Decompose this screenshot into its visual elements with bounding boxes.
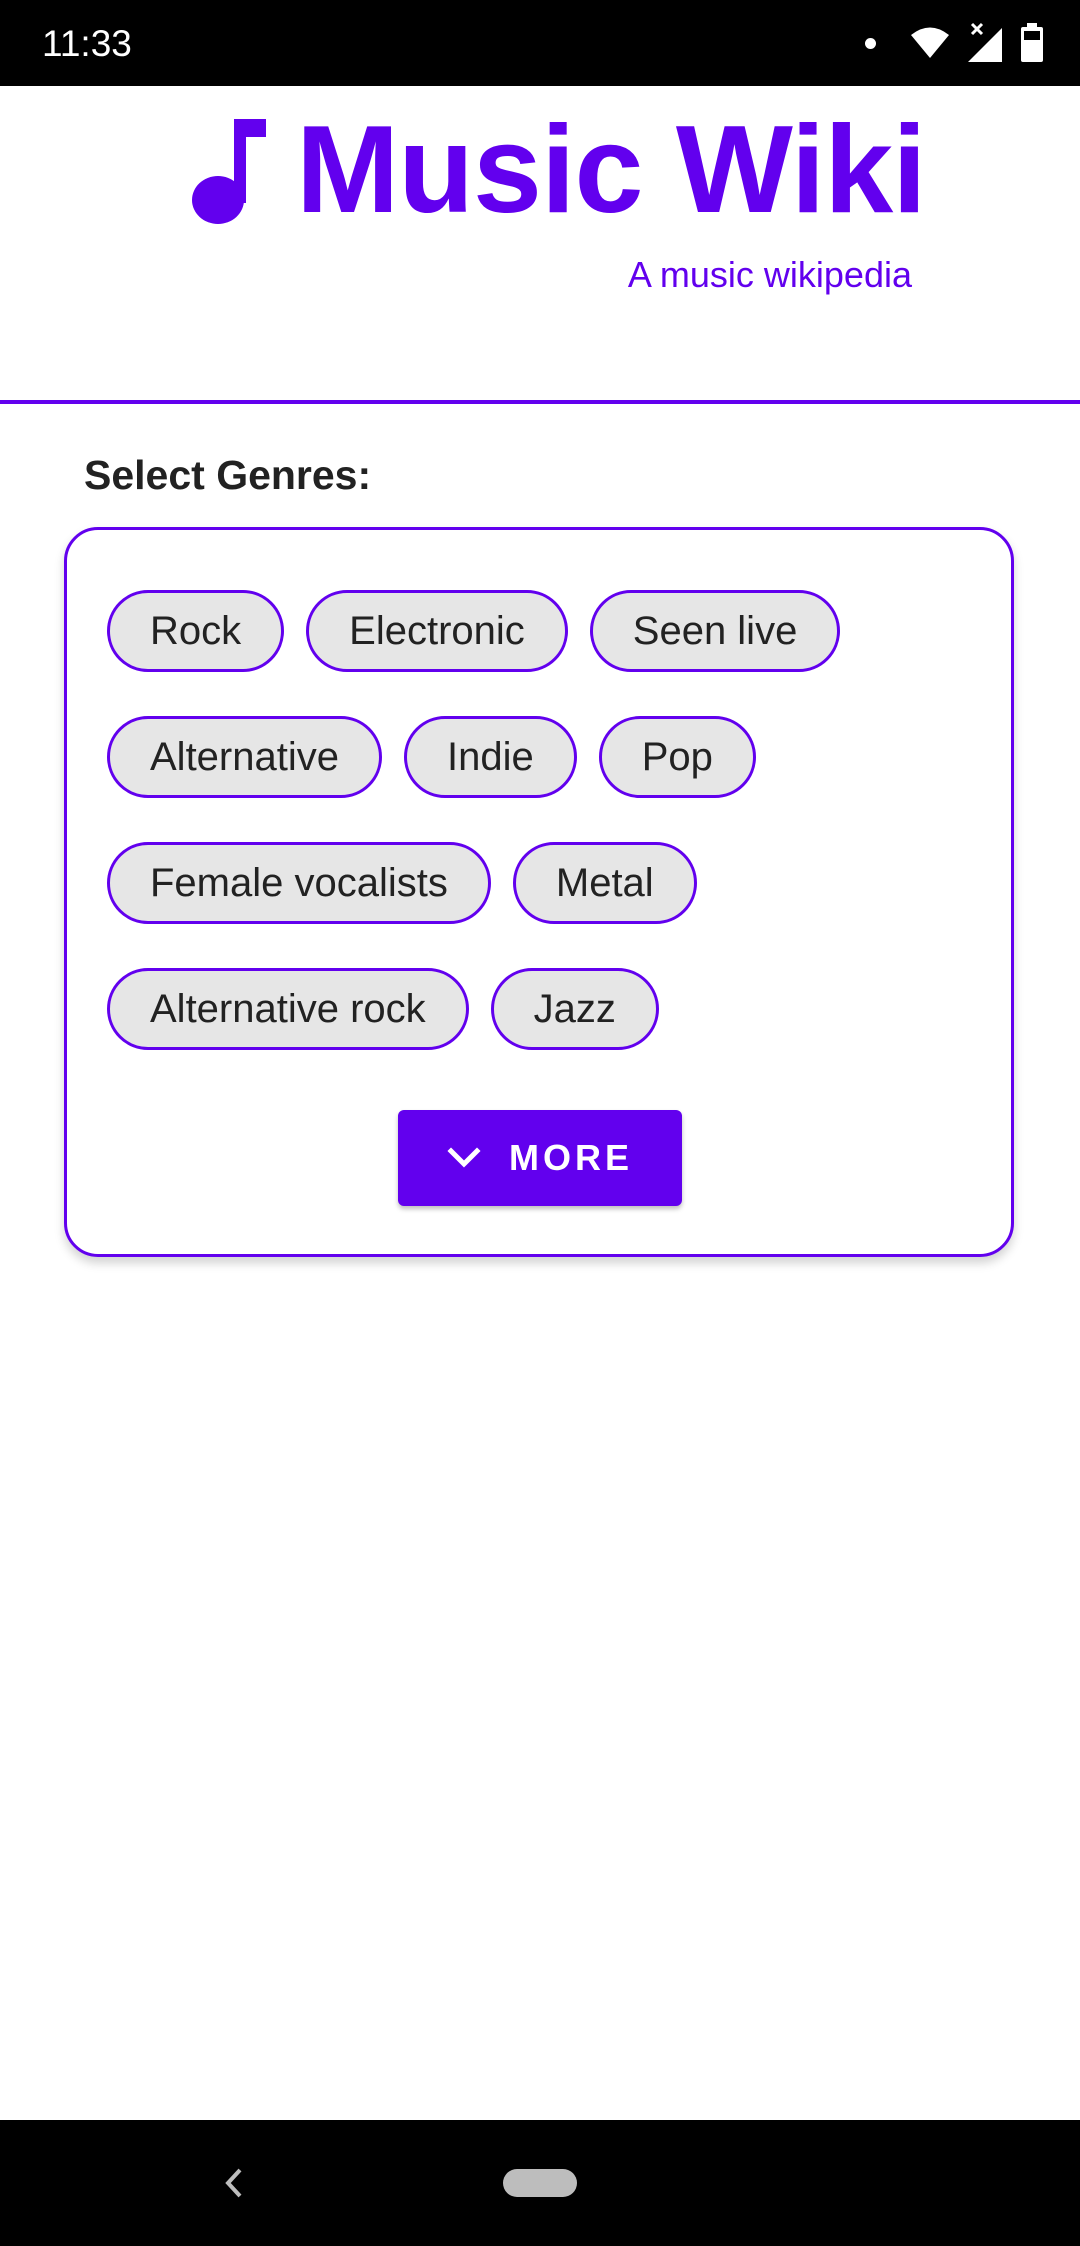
- genre-chip-indie[interactable]: Indie: [403, 716, 577, 798]
- chip-row: Female vocalists Metal: [107, 842, 967, 924]
- signal-icon: [968, 22, 1002, 62]
- genre-card: Rock Electronic Seen live Alternative In…: [64, 527, 1014, 1257]
- genre-chip-metal[interactable]: Metal: [512, 842, 697, 924]
- home-pill-icon[interactable]: [503, 2169, 577, 2197]
- genre-chip-electronic[interactable]: Electronic: [306, 590, 568, 672]
- battery-icon: [1021, 23, 1043, 62]
- app-title: Music Wiki: [296, 101, 927, 239]
- notification-dot-icon: [865, 37, 876, 49]
- header-divider: [0, 400, 1080, 404]
- more-button[interactable]: MORE: [398, 1110, 682, 1206]
- select-genres-label: Select Genres:: [84, 452, 372, 498]
- genre-chip-alternative[interactable]: Alternative: [107, 716, 382, 798]
- title-row: Music Wiki: [190, 101, 927, 239]
- genre-chip-rock[interactable]: Rock: [107, 590, 285, 672]
- back-icon[interactable]: [218, 2160, 248, 2206]
- more-button-label: MORE: [509, 1137, 633, 1178]
- screen: 11:33 Music Wiki A music wikipedia Selec…: [0, 0, 1080, 2246]
- chip-row: Alternative rock Jazz: [107, 968, 967, 1050]
- genre-chip-pop[interactable]: Pop: [598, 716, 756, 798]
- genre-chip-seen-live[interactable]: Seen live: [589, 590, 841, 672]
- chip-row: Alternative Indie Pop: [107, 716, 967, 798]
- chip-row: Rock Electronic Seen live: [107, 590, 967, 672]
- genre-chip-jazz[interactable]: Jazz: [490, 968, 659, 1050]
- status-bar: 11:33: [0, 0, 1080, 86]
- navigation-bar: [0, 2120, 1080, 2246]
- status-icons: [865, 20, 1044, 66]
- music-note-icon: [192, 119, 266, 224]
- genre-chip-female-vocalists[interactable]: Female vocalists: [107, 842, 491, 924]
- chevron-down-icon: [447, 1147, 481, 1168]
- genre-chip-grid: Rock Electronic Seen live Alternative In…: [107, 590, 967, 1094]
- wifi-icon: [911, 27, 949, 58]
- status-time: 11:33: [42, 23, 132, 64]
- app-subtitle: A music wikipedia: [627, 254, 912, 295]
- genre-chip-alternative-rock[interactable]: Alternative rock: [107, 968, 469, 1050]
